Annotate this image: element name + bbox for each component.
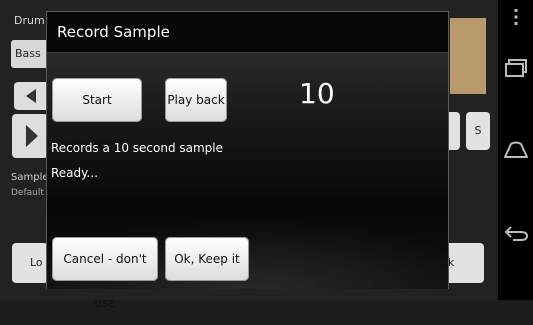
background-right-button-2: S bbox=[466, 112, 490, 150]
play-back-button[interactable]: Play back bbox=[165, 78, 227, 122]
back-icon[interactable] bbox=[498, 222, 533, 246]
background-play-button bbox=[12, 114, 48, 158]
recent-apps-icon[interactable] bbox=[498, 56, 533, 80]
background-load-button: Lo bbox=[12, 243, 48, 283]
record-sample-dialog: Record Sample Start recording Play back … bbox=[46, 11, 449, 310]
dialog-body: Start recording Play back 10 Records a 1… bbox=[47, 53, 448, 310]
system-navigation-bar bbox=[498, 0, 533, 300]
cancel-button[interactable]: Cancel - don't use bbox=[52, 237, 158, 310]
menu-icon[interactable] bbox=[498, 8, 533, 26]
background-prev-button bbox=[14, 82, 50, 110]
ok-keep-button[interactable]: Ok, Keep it bbox=[165, 237, 249, 281]
status-text: Ready... bbox=[51, 166, 98, 180]
countdown-display: 10 bbox=[299, 77, 335, 110]
background-instrument-field: Bass d bbox=[11, 40, 51, 88]
home-icon[interactable] bbox=[498, 138, 533, 162]
dialog-header: Record Sample bbox=[47, 12, 448, 53]
background-sample-label: Sample bbox=[11, 172, 49, 183]
background-color-strip bbox=[450, 18, 486, 94]
description-text: Records a 10 second sample bbox=[51, 141, 224, 155]
start-recording-button[interactable]: Start recording bbox=[52, 78, 142, 151]
background-default-label: Default bbox=[11, 188, 44, 198]
dialog-title: Record Sample bbox=[57, 23, 170, 41]
